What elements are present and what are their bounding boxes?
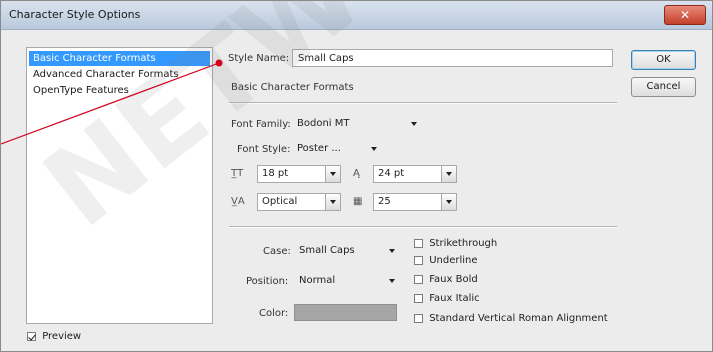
format-divider: [229, 226, 617, 228]
case-value: Small Caps: [299, 245, 355, 256]
window-title: Character Style Options: [9, 8, 141, 21]
title-bar[interactable]: Character Style Options ✕: [1, 1, 712, 30]
category-advanced-character-formats[interactable]: Advanced Character Formats: [29, 67, 210, 82]
cancel-button[interactable]: Cancel: [631, 77, 696, 97]
strikethrough-label: Strikethrough: [429, 238, 498, 249]
font-family-value: Bodoni MT: [297, 118, 350, 129]
leading-icon: Ą: [353, 168, 360, 179]
font-family-dropdown[interactable]: Bodoni MT: [294, 115, 419, 133]
tracking-dropdown-button[interactable]: [441, 194, 456, 210]
font-size-value: 18 pt: [262, 168, 289, 179]
position-value: Normal: [299, 275, 336, 286]
annotation-pointer-dot: [215, 59, 223, 67]
standard-vertical-roman-alignment-label: Standard Vertical Roman Alignment: [429, 313, 608, 324]
style-name-label: Style Name:: [228, 53, 290, 64]
leading-value: 24 pt: [378, 168, 405, 179]
faux-bold-checkbox[interactable]: [414, 275, 423, 284]
faux-bold-row: Faux Bold: [414, 274, 478, 286]
font-style-dropdown[interactable]: Poster ...: [294, 140, 379, 158]
leading-combo[interactable]: 24 pt: [373, 165, 457, 183]
case-dropdown[interactable]: Small Caps: [296, 242, 397, 260]
kerning-icon: V̲A: [231, 196, 245, 207]
faux-italic-checkbox[interactable]: [414, 294, 423, 303]
underline-row: Underline: [414, 255, 478, 267]
preview-checkbox[interactable]: [27, 332, 36, 341]
underline-checkbox[interactable]: [414, 256, 423, 265]
position-dropdown[interactable]: Normal: [296, 272, 397, 290]
font-style-value: Poster ...: [297, 143, 341, 154]
color-swatch[interactable]: [294, 304, 397, 321]
font-size-icon: T̲T: [231, 168, 244, 179]
case-label: Case:: [263, 246, 291, 257]
chevron-down-icon: [389, 249, 395, 253]
close-button[interactable]: ✕: [664, 5, 706, 25]
ok-button[interactable]: OK: [631, 50, 696, 70]
tracking-combo[interactable]: 25: [373, 193, 457, 211]
kerning-combo[interactable]: Optical: [257, 193, 341, 211]
tracking-value: 25: [378, 196, 391, 207]
character-style-options-dialog: Character Style Options ✕ Basic Characte…: [0, 0, 713, 352]
standard-vertical-roman-alignment-row: Standard Vertical Roman Alignment: [414, 313, 608, 325]
close-icon: ✕: [679, 8, 691, 22]
section-title: Basic Character Formats: [231, 82, 354, 93]
category-list: Basic Character Formats Advanced Charact…: [26, 47, 213, 324]
font-size-dropdown-button[interactable]: [325, 166, 340, 182]
category-basic-character-formats[interactable]: Basic Character Formats: [29, 51, 210, 66]
leading-dropdown-button[interactable]: [441, 166, 456, 182]
underline-label: Underline: [429, 255, 478, 266]
faux-italic-label: Faux Italic: [429, 293, 480, 304]
strikethrough-row: Strikethrough: [414, 238, 497, 250]
font-style-label: Font Style:: [237, 144, 291, 155]
faux-italic-row: Faux Italic: [414, 293, 480, 305]
chevron-down-icon: [411, 122, 417, 126]
position-label: Position:: [246, 276, 289, 287]
font-family-label: Font Family:: [231, 119, 291, 130]
chevron-down-icon: [371, 147, 377, 151]
preview-label: Preview: [42, 331, 82, 342]
tracking-icon: ▦: [353, 196, 363, 207]
category-opentype-features[interactable]: OpenType Features: [29, 83, 210, 98]
color-label: Color:: [259, 308, 289, 319]
kerning-dropdown-button[interactable]: [325, 194, 340, 210]
preview-row: Preview: [27, 331, 81, 343]
chevron-down-icon: [389, 279, 395, 283]
kerning-value: Optical: [262, 196, 298, 207]
faux-bold-label: Faux Bold: [429, 274, 478, 285]
section-divider: [229, 102, 617, 104]
standard-vertical-roman-alignment-checkbox[interactable]: [414, 314, 423, 323]
strikethrough-checkbox[interactable]: [414, 239, 423, 248]
style-name-input[interactable]: [292, 49, 613, 67]
font-size-combo[interactable]: 18 pt: [257, 165, 341, 183]
